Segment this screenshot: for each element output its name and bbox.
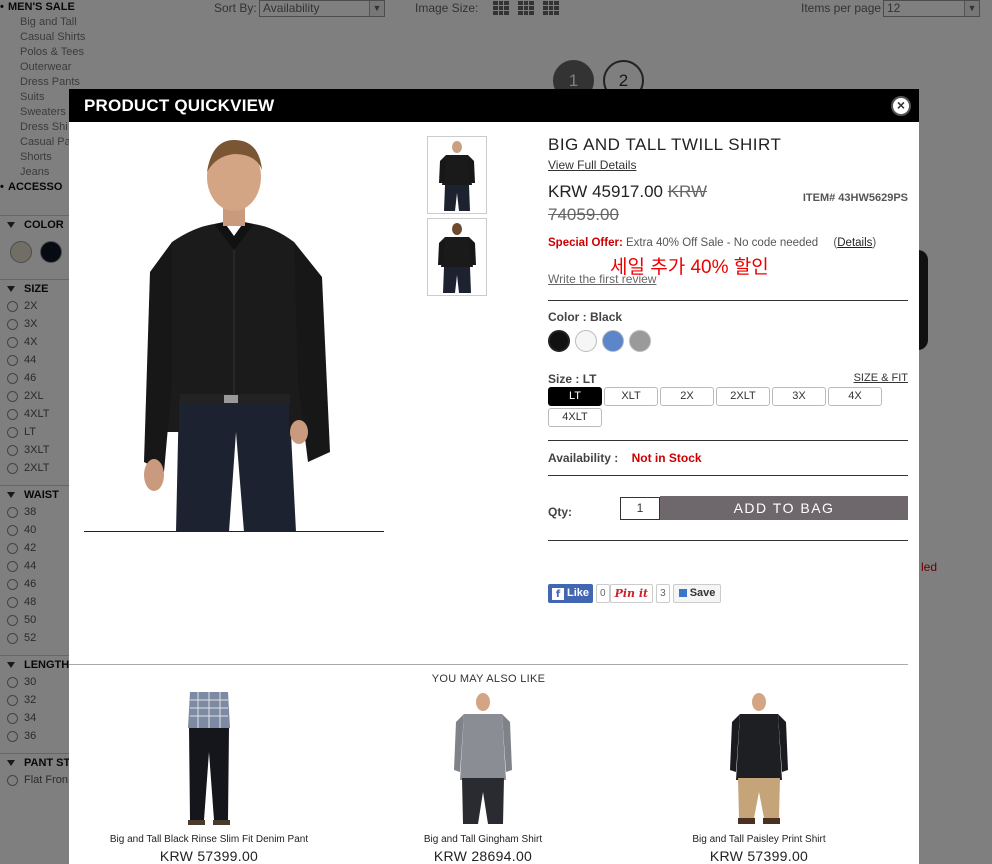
selected-size: LT <box>582 372 597 386</box>
divider <box>69 664 908 665</box>
thumbnail-back-image <box>438 223 476 293</box>
divider <box>548 475 908 476</box>
size-label: Size : LT <box>548 372 596 386</box>
size-fit-link[interactable]: SIZE & FIT <box>854 372 908 384</box>
color-label: Color : Black <box>548 310 622 324</box>
thumbnail-front-image <box>439 141 475 211</box>
recommended-product-image <box>726 692 792 826</box>
gingham-shirt-image <box>454 693 512 824</box>
product-thumbnail[interactable] <box>427 218 487 296</box>
facebook-like-button[interactable]: f Like <box>548 584 594 603</box>
denim-pant-image <box>188 691 230 825</box>
selected-color: Black <box>590 310 623 324</box>
recommended-product[interactable]: Big and Tall Gingham Shirt KRW 28694.00 <box>343 692 623 864</box>
recommended-product[interactable]: Big and Tall Black Rinse Slim Fit Denim … <box>69 691 349 864</box>
offer-details-link[interactable]: Details <box>837 237 872 249</box>
availability: Availability : Not in Stock <box>548 451 702 465</box>
also-like-heading: YOU MAY ALSO LIKE <box>431 673 546 685</box>
recommended-product-name[interactable]: Big and Tall Gingham Shirt <box>343 834 623 845</box>
modal-title: PRODUCT QUICKVIEW <box>69 89 919 122</box>
color-swatch-grey[interactable] <box>629 330 651 352</box>
recommended-product-image <box>450 692 516 826</box>
recommended-product-price: KRW 57399.00 <box>709 848 809 864</box>
quickview-modal: PRODUCT QUICKVIEW × BIG AND TALL TWILL S… <box>69 89 919 864</box>
like-count: 0 <box>596 584 610 603</box>
color-swatch-white[interactable] <box>575 330 597 352</box>
recommended-product-name[interactable]: Big and Tall Paisley Print Shirt <box>619 834 899 845</box>
main-product-image <box>84 132 384 532</box>
recommended-product-name[interactable]: Big and Tall Black Rinse Slim Fit Denim … <box>69 834 349 845</box>
product-thumbnail[interactable] <box>427 136 487 214</box>
availability-label: Availability : <box>548 451 619 465</box>
recommended-product-price: KRW 57399.00 <box>159 848 259 864</box>
close-button[interactable]: × <box>891 96 911 116</box>
price: KRW 45917.00 KRW 74059.00 <box>548 180 738 226</box>
pinterest-button[interactable]: Pin it <box>609 584 654 603</box>
qty-label: Qty: <box>548 505 572 519</box>
write-review-link[interactable]: Write the first review <box>548 272 656 286</box>
sale-price: KRW 45917.00 <box>548 182 663 201</box>
color-label-text: Color : <box>548 310 587 324</box>
color-swatch-blue[interactable] <box>602 330 624 352</box>
size-button[interactable]: 2X <box>660 387 714 406</box>
divider <box>548 300 908 301</box>
product-title: BIG AND TALL TWILL SHIRT <box>548 135 782 154</box>
recommended-product-image <box>176 691 242 826</box>
recommended-product[interactable]: Big and Tall Paisley Print Shirt KRW 573… <box>619 692 899 864</box>
offer-details: (Details) <box>833 237 877 249</box>
divider <box>548 540 908 541</box>
size-button[interactable]: XLT <box>604 387 658 406</box>
special-offer: Special Offer: Extra 40% Off Sale - No c… <box>548 237 876 249</box>
size-options: LT XLT 2X 2XLT 3X 4X 4XLT <box>548 387 888 427</box>
size-button[interactable]: 2XLT <box>716 387 770 406</box>
color-swatches <box>548 330 651 352</box>
save-button[interactable]: Save <box>672 584 722 603</box>
recommended-product-price: KRW 28694.00 <box>433 848 533 864</box>
size-button[interactable]: 4X <box>828 387 882 406</box>
special-offer-label: Special Offer: <box>548 237 623 249</box>
qty-input[interactable]: 1 <box>620 497 660 520</box>
view-full-details-link[interactable]: View Full Details <box>548 158 636 172</box>
facebook-icon: f <box>552 587 564 600</box>
size-button[interactable]: 3X <box>772 387 826 406</box>
save-icon <box>678 589 687 597</box>
availability-status: Not in Stock <box>631 451 702 465</box>
size-button[interactable]: 4XLT <box>548 408 602 427</box>
paisley-shirt-image <box>730 693 788 824</box>
divider <box>548 440 908 441</box>
model-shirt-image <box>144 140 330 532</box>
special-offer-text: Extra 40% Off Sale - No code needed <box>625 237 819 249</box>
save-label: Save <box>689 587 716 599</box>
color-swatch-black[interactable] <box>548 330 570 352</box>
pin-count: 3 <box>656 584 670 603</box>
facebook-like-label: Like <box>567 587 590 599</box>
add-to-bag-button[interactable]: ADD TO BAG <box>660 496 908 520</box>
social-buttons: f Like 0 Pin it 3 Save <box>548 584 722 603</box>
item-number: ITEM# 43HW5629PS <box>802 192 908 204</box>
size-label-text: Size : <box>548 372 580 386</box>
size-button[interactable]: LT <box>548 387 602 406</box>
